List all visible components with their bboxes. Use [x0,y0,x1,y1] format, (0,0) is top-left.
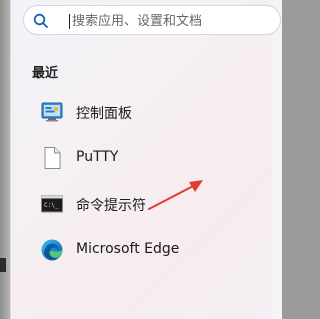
annotation-arrow-icon [148,180,203,210]
recent-item-putty[interactable]: PuTTY [30,138,262,178]
text-caret [69,14,70,29]
recent-item-label: Microsoft Edge [76,241,180,257]
scrollbar-track[interactable] [272,0,282,319]
control-panel-icon [41,102,63,122]
command-prompt-icon: C:\_ [41,195,63,213]
desktop-edge-left [0,0,10,319]
blank-document-icon [44,147,61,169]
recent-item-label: 控制面板 [76,106,132,122]
recent-item-label: 命令提示符 [76,198,146,214]
window-edge-notch [0,258,6,272]
recent-item-label: PuTTY [76,149,119,165]
microsoft-edge-icon [41,239,63,261]
recent-item-control-panel[interactable]: 控制面板 [30,92,262,132]
recent-section-title: 最近 [32,66,59,81]
search-icon [33,13,48,28]
search-box[interactable] [23,5,281,35]
recent-item-microsoft-edge[interactable]: Microsoft Edge [30,230,262,270]
search-input[interactable] [72,11,272,31]
svg-text:C:\_: C:\_ [44,202,59,209]
